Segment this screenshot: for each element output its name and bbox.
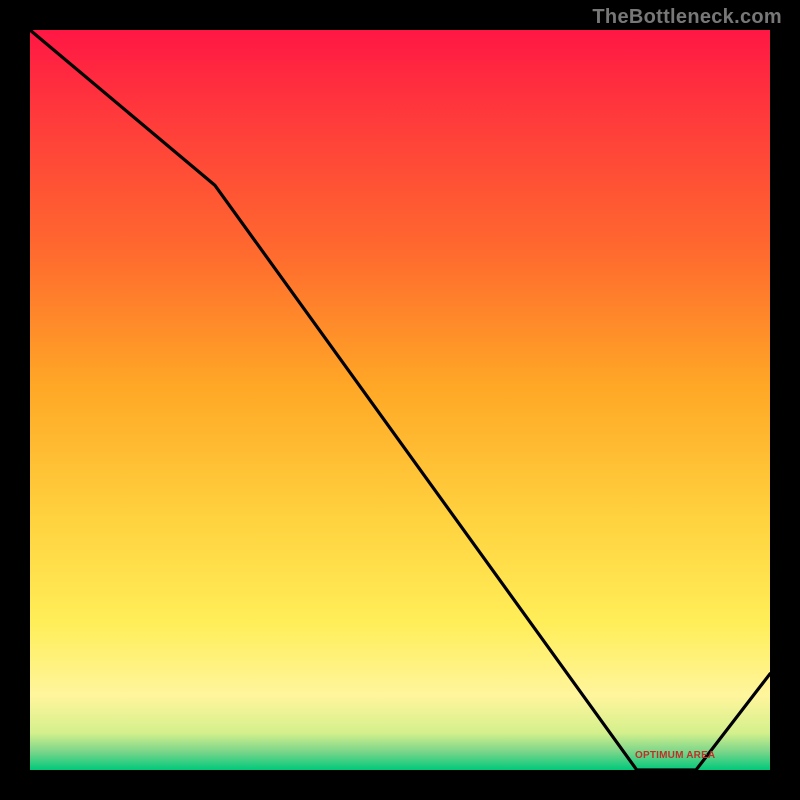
chart-svg xyxy=(30,30,770,770)
optimum-area-label: OPTIMUM AREA xyxy=(635,750,715,761)
watermark-text: TheBottleneck.com xyxy=(592,6,782,29)
chart-background-gradient xyxy=(30,30,770,770)
chart-plot-area: OPTIMUM AREA xyxy=(30,30,770,770)
